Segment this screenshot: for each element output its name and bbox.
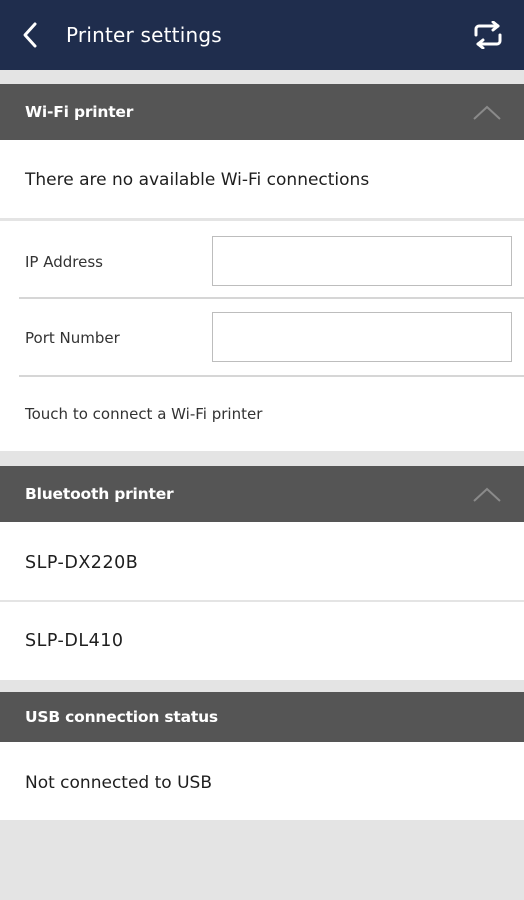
top-app-bar: Printer settings [0,0,524,70]
divider [19,375,524,377]
usb-status-text: Not connected to USB [25,773,212,793]
list-item[interactable]: SLP-DX220B [0,522,524,600]
usb-status-row: Not connected to USB [0,742,524,820]
list-item[interactable]: SLP-DL410 [0,602,524,680]
port-number-label: Port Number [25,329,120,347]
back-button[interactable] [0,0,60,70]
ip-address-input[interactable] [212,236,512,286]
usb-section-header: USB connection status [0,692,524,742]
wifi-section-title: Wi-Fi printer [25,103,134,121]
page-title: Printer settings [66,23,222,47]
wifi-status-row: There are no available Wi-Fi connections [0,140,524,218]
connect-wifi-printer-button[interactable]: Touch to connect a Wi-Fi printer [25,405,262,423]
chevron-left-icon [23,22,37,48]
bluetooth-section-header[interactable]: Bluetooth printer [0,466,524,522]
repeat-icon [474,21,502,49]
bluetooth-device-name: SLP-DX220B [25,553,139,573]
wifi-manual-form: IP Address Port Number Touch to connect … [0,221,524,451]
usb-section-title: USB connection status [25,708,218,726]
refresh-button[interactable] [470,17,506,53]
wifi-section-header[interactable]: Wi-Fi printer [0,84,524,140]
bluetooth-device-name: SLP-DL410 [25,631,124,651]
wifi-no-connections-text: There are no available Wi-Fi connections [25,170,370,190]
bluetooth-section-title: Bluetooth printer [25,485,174,503]
divider [19,297,524,299]
port-number-input[interactable] [212,312,512,362]
ip-address-label: IP Address [25,253,103,271]
chevron-up-icon[interactable] [472,103,502,121]
chevron-up-icon[interactable] [472,485,502,503]
